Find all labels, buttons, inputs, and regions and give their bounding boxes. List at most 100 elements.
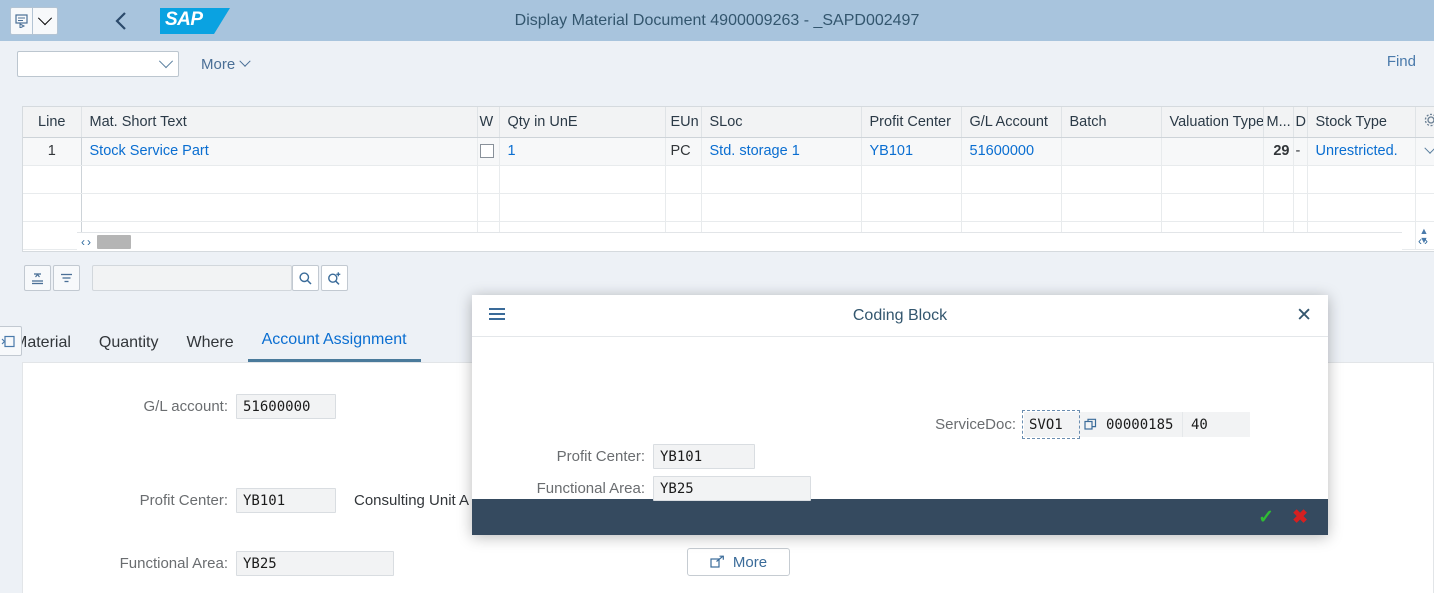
table-scroll-row: ‹› xyxy=(22,232,1434,252)
chevron-down-icon xyxy=(1424,142,1434,154)
expand-panel-icon[interactable] xyxy=(0,326,22,356)
cell-empty xyxy=(1307,193,1416,222)
cancel-button[interactable]: ✖ xyxy=(1292,506,1308,529)
col-qty-in-une[interactable]: Qty in UnE xyxy=(499,107,666,138)
col-mat-short-text[interactable]: Mat. Short Text xyxy=(81,107,478,138)
search-input[interactable] xyxy=(92,265,292,291)
cell-d: - xyxy=(1293,137,1308,166)
profit-center-description: Consulting Unit A xyxy=(354,492,470,509)
cell-w-checkbox[interactable] xyxy=(477,137,500,166)
advanced-search-button[interactable] xyxy=(321,265,348,291)
filter-button[interactable] xyxy=(53,265,80,291)
dialog-header: Coding Block ✕ xyxy=(472,295,1328,337)
dialog-profit-center-field[interactable]: YB101 xyxy=(653,444,755,469)
cell-empty xyxy=(1263,193,1294,222)
cell-sloc[interactable]: Std. storage 1 xyxy=(701,137,862,166)
col-m[interactable]: M... xyxy=(1263,107,1294,138)
col-valuation-type[interactable]: Valuation Type xyxy=(1161,107,1264,138)
cell-empty xyxy=(499,165,666,194)
functional-area-field[interactable]: YB25 xyxy=(236,551,394,576)
dialog-footer: ✓ ✖ xyxy=(472,499,1328,535)
profit-center-field[interactable]: YB101 xyxy=(236,488,336,513)
col-profit-center[interactable]: Profit Center xyxy=(861,107,962,138)
col-d[interactable]: D xyxy=(1293,107,1308,138)
back-button[interactable] xyxy=(106,6,136,36)
servicedoc-label: ServiceDoc: xyxy=(935,416,1016,433)
cell-batch[interactable] xyxy=(1061,137,1162,166)
filter-toolbar xyxy=(24,265,348,291)
col-line[interactable]: Line xyxy=(23,107,82,138)
coding-block-dialog: Coding Block ✕ ServiceDoc: SVO1 00000185… xyxy=(472,295,1328,535)
functional-area-label: Functional Area: xyxy=(119,555,228,572)
checkbox-icon[interactable] xyxy=(479,144,494,159)
dialog-functional-area-label: Functional Area: xyxy=(536,480,645,497)
tab-quantity[interactable]: Quantity xyxy=(85,334,173,362)
open-in-new-icon xyxy=(710,555,724,568)
hamburger-icon[interactable] xyxy=(488,306,508,327)
tab-account-assignment[interactable]: Account Assignment xyxy=(247,331,421,362)
search-button[interactable] xyxy=(292,265,319,291)
sort-button[interactable] xyxy=(24,265,51,291)
variant-select[interactable] xyxy=(17,51,179,77)
servicedoc-row: ServiceDoc: SVO1 00000185 40 xyxy=(935,410,1250,439)
cell-empty xyxy=(1415,193,1434,222)
sap-logo-triangle xyxy=(214,7,230,34)
cell-empty xyxy=(499,193,666,222)
dialog-functional-area-field[interactable]: YB25 xyxy=(653,476,811,501)
sub-toolbar: More Find xyxy=(0,41,1434,87)
table-row[interactable]: 1 Stock Service Part 1 PC Std. storage 1… xyxy=(23,137,1434,166)
cell-mat-short-text[interactable]: Stock Service Part xyxy=(81,137,478,166)
servicedoc-item-field[interactable]: 40 xyxy=(1182,412,1250,437)
cell-empty xyxy=(1307,165,1416,194)
confirm-button[interactable]: ✓ xyxy=(1258,506,1274,529)
cell-empty xyxy=(861,193,962,222)
col-stock-type[interactable]: Stock Type xyxy=(1307,107,1416,138)
col-sloc[interactable]: SLoc xyxy=(701,107,862,138)
table-horizontal-scrollbar[interactable]: ‹› xyxy=(77,232,1402,250)
cell-valuation-type[interactable] xyxy=(1161,137,1264,166)
table-scroll-right-arrows[interactable]: ‹› xyxy=(1418,234,1430,248)
header-tool-dropdown[interactable] xyxy=(32,6,58,35)
cell-empty xyxy=(701,193,862,222)
scroll-left-right-icons[interactable]: ‹› xyxy=(77,235,97,249)
cell-profit-center[interactable]: YB101 xyxy=(861,137,962,166)
form-tool-icon-glyph xyxy=(14,13,28,28)
col-gl-account[interactable]: G/L Account xyxy=(961,107,1062,138)
close-icon[interactable]: ✕ xyxy=(1296,304,1312,327)
sort-icon xyxy=(32,272,43,284)
gl-account-field[interactable]: 51600000 xyxy=(236,394,336,419)
sap-logo-text: SAP xyxy=(165,8,203,30)
form-more-button-label: More xyxy=(732,553,768,571)
col-w[interactable]: W xyxy=(477,107,500,138)
cell-qty[interactable]: 1 xyxy=(499,137,666,166)
cell-empty xyxy=(701,165,862,194)
gl-account-label: G/L account: xyxy=(143,398,229,415)
more-menu-button[interactable]: More xyxy=(201,56,251,73)
col-batch[interactable]: Batch xyxy=(1061,107,1162,138)
cell-empty xyxy=(477,193,500,222)
table-settings-button[interactable] xyxy=(1415,107,1434,138)
copy-icon[interactable] xyxy=(1078,412,1104,437)
form-more-button[interactable]: More xyxy=(687,548,790,576)
cell-empty xyxy=(1293,165,1308,194)
servicedoc-type-field[interactable]: SVO1 xyxy=(1022,410,1080,439)
tab-where[interactable]: Where xyxy=(173,334,248,362)
cell-gl-account[interactable]: 51600000 xyxy=(961,137,1062,166)
cell-line: 1 xyxy=(23,137,82,166)
cell-empty xyxy=(961,193,1062,222)
chevron-down-icon xyxy=(37,10,53,25)
find-button[interactable]: Find xyxy=(1387,53,1416,70)
cell-stock-type[interactable]: Unrestricted. xyxy=(1307,137,1416,166)
form-tool-icon[interactable] xyxy=(10,6,32,35)
col-eun[interactable]: EUn xyxy=(665,107,702,138)
cell-empty xyxy=(1293,193,1308,222)
dialog-profit-center-row: Profit Center: YB101 xyxy=(520,444,755,469)
cell-m: 29 xyxy=(1263,137,1294,166)
search-icon xyxy=(299,271,312,285)
cell-stock-type-dropdown[interactable] xyxy=(1415,137,1434,166)
search-plus-icon xyxy=(328,271,341,285)
cell-empty xyxy=(1161,165,1264,194)
servicedoc-number-field[interactable]: 00000185 xyxy=(1104,412,1182,437)
copy-icon-glyph xyxy=(1084,418,1097,430)
scrollbar-thumb[interactable] xyxy=(97,234,131,249)
